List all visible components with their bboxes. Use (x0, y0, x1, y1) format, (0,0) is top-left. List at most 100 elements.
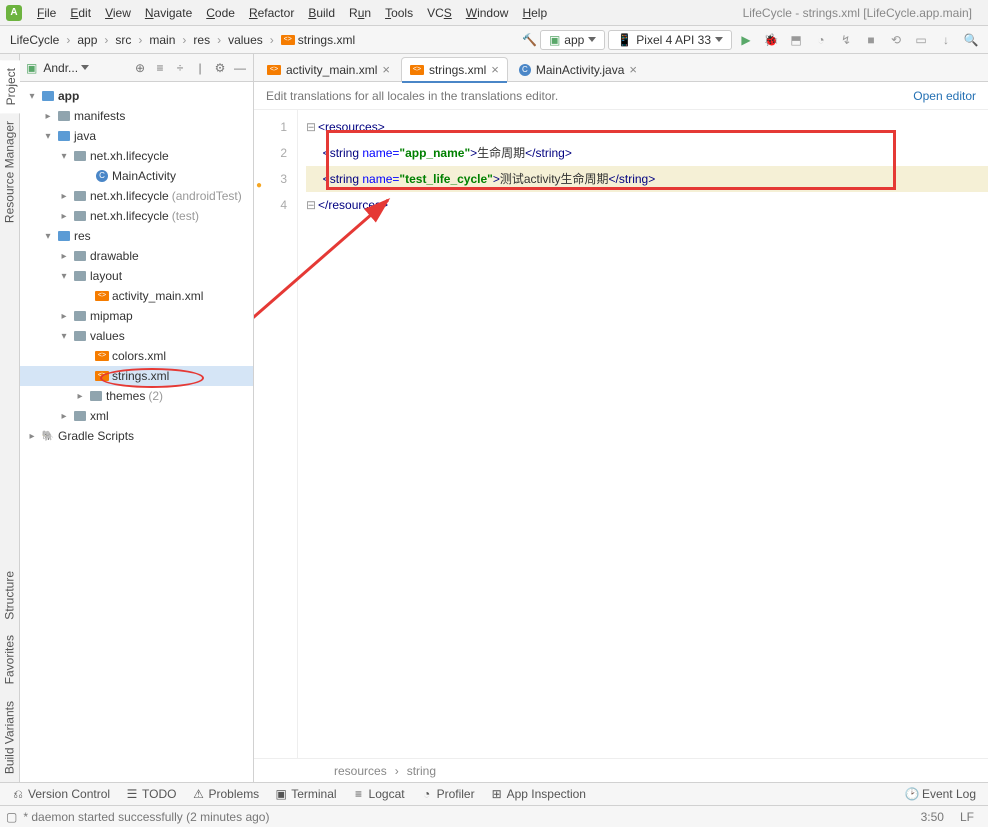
tree-node-activity-main-xml[interactable]: activity_main.xml (20, 286, 253, 306)
tab-main-activity[interactable]: MainActivity.java× (510, 57, 646, 81)
window-title: LifeCycle - strings.xml [LifeCycle.app.m… (733, 6, 982, 20)
btn-terminal[interactable]: ▣Terminal (269, 785, 342, 803)
tab-activity-main[interactable]: activity_main.xml × (258, 57, 399, 81)
tree-node-xml[interactable]: ▸xml (20, 406, 253, 426)
android-studio-logo-icon: A (6, 5, 22, 21)
tool-tab-structure[interactable]: Structure (0, 563, 19, 628)
breadcrumb-app[interactable]: app (73, 31, 101, 49)
stop-button[interactable]: ■ (862, 31, 880, 49)
tree-node-manifests[interactable]: ▸manifests (20, 106, 253, 126)
tree-node-pkg-test[interactable]: ▸net.xh.lifecycle(test) (20, 206, 253, 226)
close-tab-icon[interactable]: × (382, 62, 390, 77)
breadcrumb-values[interactable]: values (224, 31, 267, 49)
code-content[interactable]: ⊟<resources> <string name="app_name">生命周… (298, 110, 988, 758)
code-breadcrumb: resources›string (254, 758, 988, 782)
project-tree[interactable]: ▾app ▸manifests ▾java ▾net.xh.lifecycle … (20, 82, 253, 782)
editor-tabs: activity_main.xml × strings.xml × MainActi… (254, 54, 988, 82)
tree-node-gradle-scripts[interactable]: ▸🐘Gradle Scripts (20, 426, 253, 446)
project-panel-header: ▣ Andr... ⊕ ≡ ÷ | ⚙ — (20, 54, 253, 82)
tree-node-colors-xml[interactable]: colors.xml (20, 346, 253, 366)
btn-problems[interactable]: ⚠Problems (187, 785, 266, 803)
device-selector[interactable]: 📱Pixel 4 API 33 (608, 30, 732, 50)
menu-tools[interactable]: Tools (378, 3, 420, 23)
btn-event-log[interactable]: 🕑Event Log (900, 785, 982, 803)
tree-node-values[interactable]: ▾values (20, 326, 253, 346)
xml-file-icon (281, 35, 295, 45)
close-tab-icon[interactable]: × (491, 62, 499, 77)
btn-todo[interactable]: ☰TODO (120, 785, 182, 803)
line-number: 2 (254, 140, 287, 166)
attach-debugger-button[interactable]: ↯ (837, 31, 855, 49)
sdk-manager-button[interactable]: ↓ (937, 31, 955, 49)
tree-node-app[interactable]: ▾app (20, 86, 253, 106)
tree-node-drawable[interactable]: ▸drawable (20, 246, 253, 266)
sync-gradle-button[interactable]: ⟲ (887, 31, 905, 49)
run-configuration-selector[interactable]: ▣app (540, 30, 605, 50)
tool-tab-resource-manager[interactable]: Resource Manager (0, 113, 19, 231)
hide-panel-icon[interactable]: — (233, 61, 247, 75)
tab-label: activity_main.xml (286, 63, 377, 77)
line-ending[interactable]: LF (952, 810, 982, 824)
menu-file[interactable]: FFileile (30, 3, 63, 23)
tree-node-pkg1[interactable]: ▾net.xh.lifecycle (20, 146, 253, 166)
menu-vcs[interactable]: VCS (420, 3, 459, 23)
menu-refactor[interactable]: Refactor (242, 3, 301, 23)
open-editor-link[interactable]: Open editor (913, 89, 976, 103)
breadcrumb-main[interactable]: main (145, 31, 179, 49)
breadcrumb-res[interactable]: res (189, 31, 214, 49)
xml-file-icon (410, 65, 424, 75)
menu-build[interactable]: Build (301, 3, 342, 23)
crumb[interactable]: resources (334, 764, 387, 778)
bottom-tool-bar: ⎌Version Control ☰TODO ⚠Problems ▣Termin… (0, 782, 988, 805)
menu-navigate[interactable]: Navigate (138, 3, 199, 23)
btn-app-inspection[interactable]: ⊞App Inspection (485, 785, 592, 803)
debug-button[interactable]: 🐞 (762, 31, 780, 49)
project-view-selector[interactable]: Andr... (43, 61, 127, 75)
settings-gear-icon[interactable]: ⚙ (213, 61, 227, 75)
menu-window[interactable]: Window (459, 3, 516, 23)
class-file-icon (519, 64, 531, 76)
btn-version-control[interactable]: ⎌Version Control (6, 785, 116, 803)
menu-view[interactable]: View (98, 3, 138, 23)
tree-node-pkg-androidtest[interactable]: ▸net.xh.lifecycle(androidTest) (20, 186, 253, 206)
main-body: Project Resource Manager Structure Favor… (0, 54, 988, 782)
breadcrumb-strings[interactable]: strings.xml (277, 31, 359, 49)
tab-strings[interactable]: strings.xml × (401, 57, 508, 81)
run-button[interactable]: ▶ (737, 31, 755, 49)
coverage-button[interactable]: ⬒ (787, 31, 805, 49)
status-message: * daemon started successfully (2 minutes… (17, 810, 269, 824)
code-editor[interactable]: 1 2 3 4 ⊟<resources> <string name="app_n… (254, 110, 988, 758)
tree-node-strings-xml[interactable]: strings.xml (20, 366, 253, 386)
expand-all-icon[interactable]: ≡ (153, 61, 167, 75)
tree-node-java[interactable]: ▾java (20, 126, 253, 146)
tree-node-res[interactable]: ▾res (20, 226, 253, 246)
search-everywhere-button[interactable]: 🔍 (962, 31, 980, 49)
breadcrumb-src[interactable]: src (111, 31, 135, 49)
navigation-toolbar: LifeCycle› app› src› main› res› values› … (0, 26, 988, 54)
avd-manager-button[interactable]: ▭ (912, 31, 930, 49)
caret-position[interactable]: 3:50 (913, 810, 952, 824)
locate-icon[interactable]: ⊕ (133, 61, 147, 75)
menu-code[interactable]: Code (199, 3, 242, 23)
menu-run[interactable]: Run (342, 3, 378, 23)
menu-edit[interactable]: Edit (63, 3, 98, 23)
collapse-all-icon[interactable]: ÷ (173, 61, 187, 75)
crumb[interactable]: string (407, 764, 436, 778)
profile-button[interactable]: ◔ (812, 31, 830, 49)
status-icon[interactable]: ▢ (6, 810, 17, 824)
close-tab-icon[interactable]: × (629, 62, 637, 77)
tool-tab-favorites[interactable]: Favorites (0, 627, 19, 692)
breadcrumb-lifecycle[interactable]: LifeCycle (6, 31, 63, 49)
tool-tab-build-variants[interactable]: Build Variants (0, 693, 19, 782)
btn-profiler[interactable]: ◔Profiler (415, 785, 481, 803)
menu-help[interactable]: Help (515, 3, 554, 23)
tree-node-mipmap[interactable]: ▸mipmap (20, 306, 253, 326)
line-number: 4 (254, 192, 287, 218)
tool-tab-project[interactable]: Project (0, 60, 20, 113)
tree-node-main-activity[interactable]: MainActivity (20, 166, 253, 186)
tree-node-layout[interactable]: ▾layout (20, 266, 253, 286)
btn-logcat[interactable]: ≡Logcat (347, 785, 411, 803)
tree-node-themes[interactable]: ▸themes(2) (20, 386, 253, 406)
build-hammer-icon[interactable]: 🔨 (522, 33, 537, 47)
tab-label: strings.xml (429, 63, 486, 77)
